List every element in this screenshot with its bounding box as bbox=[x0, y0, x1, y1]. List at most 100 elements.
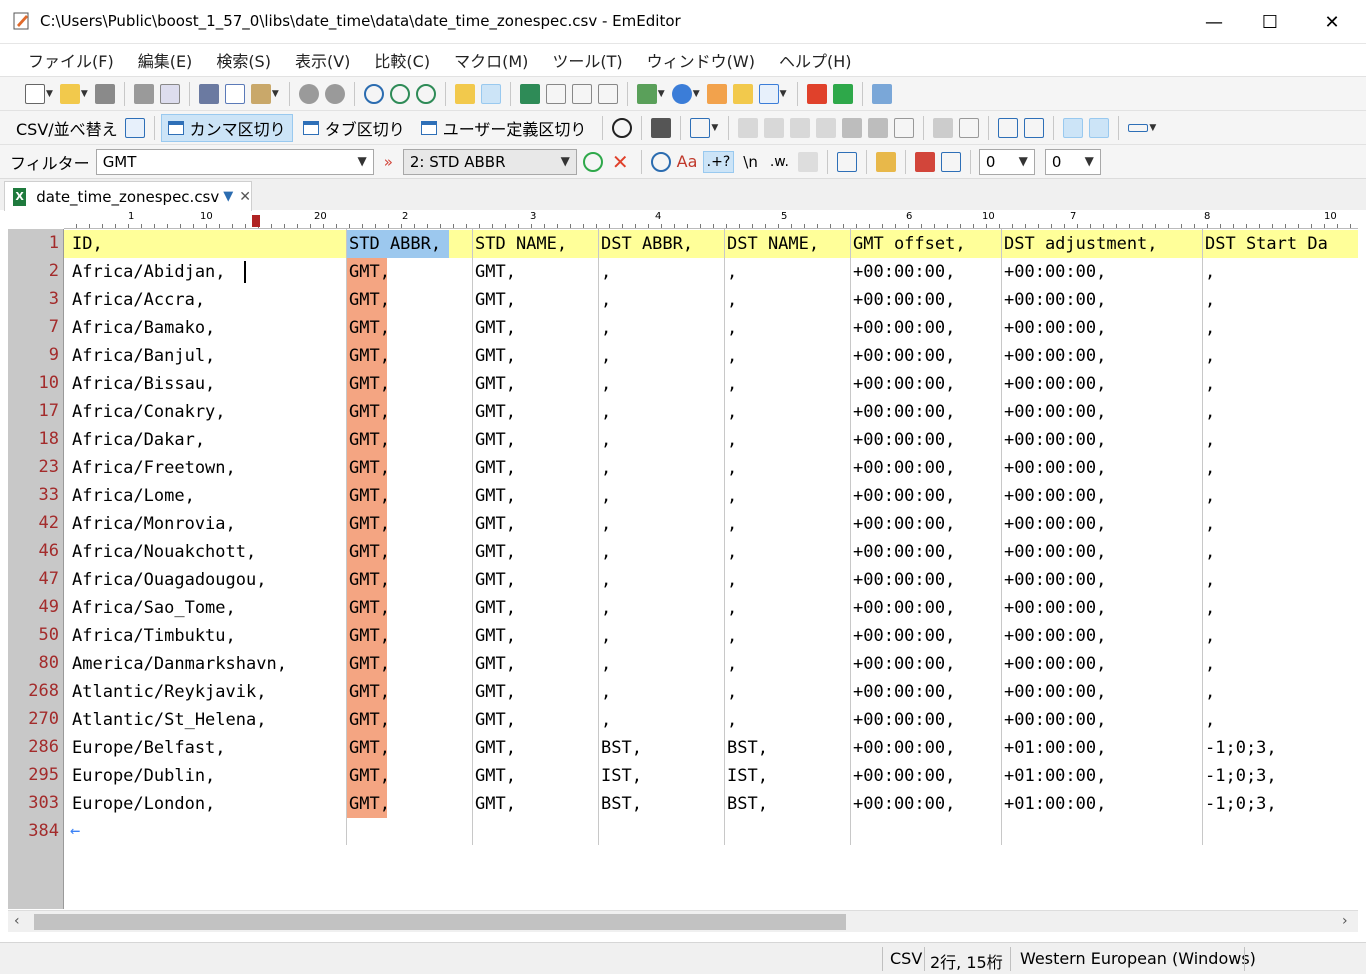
table-cell[interactable]: , bbox=[1203, 286, 1215, 314]
table-cell[interactable]: , bbox=[725, 482, 737, 510]
tools-icon[interactable] bbox=[871, 83, 892, 104]
table-cell[interactable]: +00:00:00, bbox=[1002, 650, 1106, 678]
table-cell[interactable]: Africa/Bamako, bbox=[70, 314, 215, 342]
table-cell[interactable]: , bbox=[725, 622, 737, 650]
table-cell[interactable]: +00:00:00, bbox=[851, 594, 955, 622]
table-cell[interactable]: , bbox=[599, 510, 611, 538]
table-cell[interactable]: Africa/Freetown, bbox=[70, 454, 236, 482]
table-cell[interactable]: GMT, bbox=[347, 426, 390, 454]
sort-option-icon[interactable] bbox=[894, 117, 915, 138]
scroll-right-icon[interactable]: › bbox=[1342, 913, 1348, 929]
tab-separated-button[interactable]: タブ区切り bbox=[297, 114, 411, 142]
menu-search[interactable]: 検索(S) bbox=[204, 48, 283, 72]
column-header[interactable]: STD ABBR, bbox=[347, 230, 441, 258]
match-case-icon[interactable]: Aa bbox=[677, 152, 698, 172]
table-cell[interactable]: +00:00:00, bbox=[851, 482, 955, 510]
sort-len-desc-icon[interactable] bbox=[868, 117, 889, 138]
table-cell[interactable]: +00:00:00, bbox=[851, 622, 955, 650]
table-cell[interactable]: GMT, bbox=[473, 706, 516, 734]
table-cell[interactable]: , bbox=[599, 538, 611, 566]
table-cell[interactable]: GMT, bbox=[347, 538, 390, 566]
sort-num-desc-icon[interactable] bbox=[816, 117, 837, 138]
table-cell[interactable]: +00:00:00, bbox=[851, 538, 955, 566]
bookmark-icon[interactable] bbox=[914, 151, 935, 172]
table-cell[interactable]: GMT, bbox=[473, 650, 516, 678]
sync-scroll-icon[interactable] bbox=[1024, 117, 1045, 138]
table-cell[interactable]: +00:00:00, bbox=[851, 706, 955, 734]
chevron-down-icon[interactable]: ▼ bbox=[81, 89, 88, 99]
table-cell[interactable]: +00:00:00, bbox=[851, 286, 955, 314]
table-cell[interactable]: GMT, bbox=[347, 398, 390, 426]
chevron-down-icon[interactable]: ▼ bbox=[1149, 123, 1156, 133]
table-cell[interactable]: , bbox=[1203, 482, 1215, 510]
column-header[interactable]: DST adjustment, bbox=[1002, 230, 1158, 258]
sort-desc-icon[interactable] bbox=[764, 117, 785, 138]
regex-icon[interactable]: .+? bbox=[702, 150, 735, 173]
table-cell[interactable]: , bbox=[1203, 258, 1215, 286]
table-cell[interactable]: , bbox=[725, 370, 737, 398]
table-cell[interactable]: IST, bbox=[599, 762, 642, 790]
wrap-icon[interactable] bbox=[571, 83, 592, 104]
table-cell[interactable]: Atlantic/St_Helena, bbox=[70, 706, 266, 734]
table-cell[interactable]: GMT, bbox=[347, 678, 390, 706]
chevron-down-icon[interactable]: ▼ bbox=[561, 154, 570, 168]
print-preview-icon[interactable] bbox=[159, 83, 180, 104]
compare-icon[interactable] bbox=[959, 117, 980, 138]
table-cell[interactable]: , bbox=[599, 622, 611, 650]
columns-icon[interactable] bbox=[690, 117, 711, 138]
chevron-down-icon[interactable]: ▼ bbox=[1019, 154, 1028, 168]
table-cell[interactable]: Africa/Nouakchott, bbox=[70, 538, 256, 566]
run-macro-icon[interactable] bbox=[832, 83, 853, 104]
table-cell[interactable]: , bbox=[599, 426, 611, 454]
table-cell[interactable]: Africa/Accra, bbox=[70, 286, 205, 314]
print-icon[interactable] bbox=[133, 83, 154, 104]
table-cell[interactable]: GMT, bbox=[473, 370, 516, 398]
table-cell[interactable]: , bbox=[1203, 398, 1215, 426]
table-cell[interactable]: , bbox=[725, 510, 737, 538]
horizontal-scrollbar[interactable]: ‹ › bbox=[8, 910, 1358, 932]
table-cell[interactable]: GMT, bbox=[473, 258, 516, 286]
column-header[interactable]: GMT offset, bbox=[851, 230, 966, 258]
csv-editor[interactable]: 1 2 3 7 9 10 17 18 23 33 42 46 47 49 50 80 268 270 286 295 3… bbox=[8, 229, 1358, 909]
find-icon[interactable] bbox=[363, 83, 384, 104]
table-cell[interactable]: -1;0;3, bbox=[1203, 790, 1277, 818]
menu-edit[interactable]: 編集(E) bbox=[126, 48, 205, 72]
table-cell[interactable]: +00:00:00, bbox=[851, 510, 955, 538]
table-cell[interactable]: , bbox=[1203, 454, 1215, 482]
window-icon[interactable] bbox=[836, 151, 857, 172]
refresh-icon[interactable] bbox=[582, 151, 603, 172]
table-cell[interactable]: GMT, bbox=[473, 594, 516, 622]
menu-macro[interactable]: マクロ(M) bbox=[442, 48, 540, 72]
table-cell[interactable]: GMT, bbox=[347, 594, 390, 622]
chevron-down-icon[interactable]: ▼ bbox=[658, 89, 665, 99]
table-cell[interactable]: , bbox=[599, 370, 611, 398]
highlight-icon[interactable] bbox=[454, 83, 475, 104]
user-defined-separator-button[interactable]: ユーザー定義区切り bbox=[415, 114, 593, 142]
paste-icon[interactable] bbox=[250, 83, 271, 104]
menu-compare[interactable]: 比較(C) bbox=[362, 48, 442, 72]
table-cell[interactable]: Africa/Timbuktu, bbox=[70, 622, 236, 650]
table-cell[interactable]: GMT, bbox=[347, 790, 390, 818]
table-cell[interactable]: , bbox=[725, 454, 737, 482]
line-numbers-icon[interactable] bbox=[1063, 117, 1084, 138]
table-cell[interactable]: +00:00:00, bbox=[851, 454, 955, 482]
hex-view-icon[interactable] bbox=[545, 83, 566, 104]
table-cell[interactable]: , bbox=[1203, 370, 1215, 398]
table-cell[interactable]: , bbox=[1203, 342, 1215, 370]
ruler-icon[interactable] bbox=[1089, 117, 1110, 138]
table-cell[interactable]: GMT, bbox=[347, 510, 390, 538]
table-cell[interactable]: -1;0;3, bbox=[1203, 734, 1277, 762]
table-cell[interactable]: +00:00:00, bbox=[851, 734, 955, 762]
redo-icon[interactable] bbox=[324, 83, 345, 104]
table-cell[interactable]: GMT, bbox=[347, 622, 390, 650]
table-cell[interactable]: GMT, bbox=[473, 566, 516, 594]
menu-help[interactable]: ヘルプ(H) bbox=[767, 48, 864, 72]
table-cell[interactable]: , bbox=[1203, 622, 1215, 650]
status-mode[interactable]: CSV bbox=[890, 949, 922, 968]
filter-icon[interactable] bbox=[480, 83, 501, 104]
table-cell[interactable]: +00:00:00, bbox=[1002, 342, 1106, 370]
table-cell[interactable]: , bbox=[1203, 510, 1215, 538]
status-encoding[interactable]: Western European (Windows) bbox=[1020, 949, 1256, 968]
table-cell[interactable]: +00:00:00, bbox=[851, 370, 955, 398]
chevron-down-icon[interactable]: ▼ bbox=[711, 123, 718, 133]
